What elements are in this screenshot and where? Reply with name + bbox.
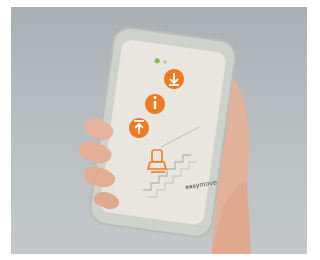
info-icon (153, 101, 157, 109)
up-button[interactable] (129, 118, 149, 138)
product-photo: easymove (11, 7, 307, 254)
down-button[interactable] (164, 69, 184, 89)
info-button[interactable] (145, 94, 165, 114)
